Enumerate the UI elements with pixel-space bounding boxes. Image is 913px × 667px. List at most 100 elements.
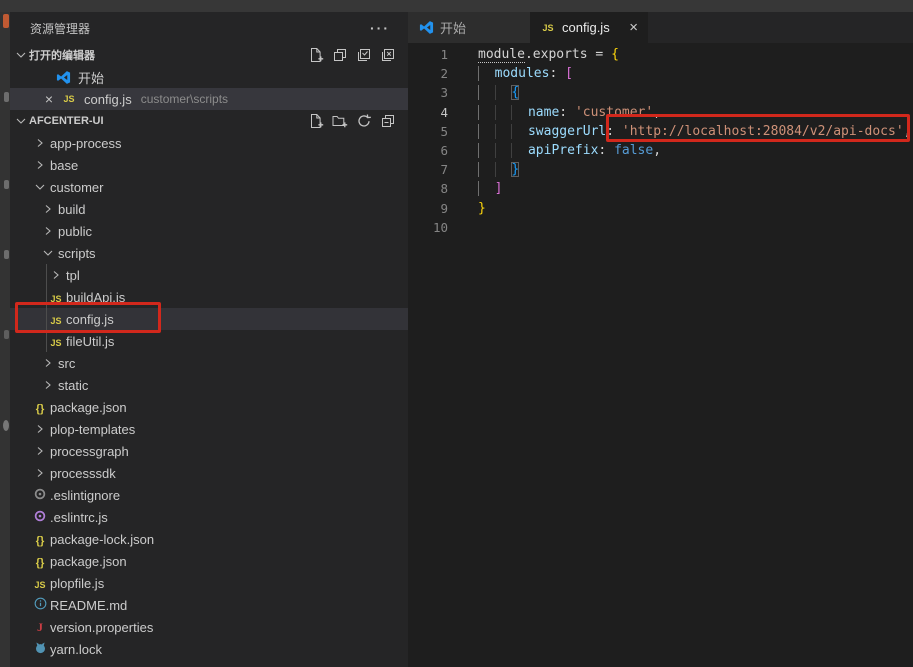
tree-item-label: .eslintignore [50, 488, 120, 503]
code-line-10[interactable]: 10 [408, 218, 913, 237]
explorer-title: 资源管理器 [30, 20, 90, 37]
chevron-right-icon [40, 377, 56, 393]
tab-label: config.js [562, 20, 610, 35]
open-editors-list: 开始 × JS config.js customer\scripts [10, 66, 408, 110]
new-folder-icon[interactable] [332, 113, 348, 129]
line-number: 1 [408, 45, 448, 64]
chevron-down-icon [13, 47, 29, 63]
new-file-icon[interactable] [308, 47, 324, 63]
close-all-icon[interactable] [380, 47, 396, 63]
activity-icon-fragment [4, 180, 9, 189]
tree-item-version.properties[interactable]: J version.properties [10, 616, 408, 638]
section-header-workspace[interactable]: AFCENTER-UI [10, 110, 408, 132]
chevron-right-icon [40, 201, 56, 217]
activity-icon-fragment [4, 330, 9, 339]
workspace-actions [308, 113, 408, 129]
code-line-6[interactable]: 6 apiPrefix: false, [408, 141, 913, 160]
tree-item-label: yarn.lock [50, 642, 102, 657]
tab-config.js[interactable]: JS config.js × [530, 12, 648, 43]
tree-item-label: processsdk [50, 466, 116, 481]
circle-gray-icon [33, 487, 47, 504]
tree-item-package.json[interactable]: {} package.json [10, 550, 408, 572]
line-number: 6 [408, 141, 448, 160]
line-number: 2 [408, 64, 448, 83]
line-number: 7 [408, 160, 448, 179]
new-file-icon[interactable] [308, 113, 324, 129]
js-icon: JS [50, 290, 61, 305]
code-line-5[interactable]: 5 swaggerUrl: 'http://localhost:28084/v2… [408, 122, 913, 141]
js-icon: JS [50, 312, 61, 327]
tree-item-customer[interactable]: customer [10, 176, 408, 198]
refresh-icon[interactable] [356, 113, 372, 129]
code-line-4[interactable]: 4 name: 'customer', [408, 103, 913, 122]
file-tree: app-process base customer build public s… [10, 132, 408, 660]
vscode-icon [418, 20, 434, 35]
vscode-icon [55, 69, 71, 85]
tree-item-scripts[interactable]: scripts [10, 242, 408, 264]
tree-item-public[interactable]: public [10, 220, 408, 242]
chevron-down-icon [13, 113, 29, 129]
tree-item-label: tpl [66, 268, 80, 283]
json-icon: {} [36, 554, 45, 569]
code-line-8[interactable]: 8 ] [408, 179, 913, 198]
tree-item-processgraph[interactable]: processgraph [10, 440, 408, 462]
chevron-right-icon [32, 157, 48, 173]
tree-item-yarn.lock[interactable]: yarn.lock [10, 638, 408, 660]
explorer-title-row: 资源管理器 ··· [10, 12, 408, 44]
close-icon[interactable]: × [42, 92, 56, 106]
collapse-all-icon[interactable] [380, 113, 396, 129]
chevron-right-icon [32, 443, 48, 459]
code-line-7[interactable]: 7 } [408, 160, 913, 179]
tree-item-fileUtil.js[interactable]: JS fileUtil.js [10, 330, 408, 352]
activity-icon-fragment [4, 92, 9, 102]
activity-icon-fragment [3, 14, 9, 28]
open-editor-path: customer\scripts [141, 92, 228, 106]
chevron-right-icon [40, 355, 56, 371]
chevron-down-icon [40, 245, 56, 261]
code-line-3[interactable]: 3 { [408, 83, 913, 102]
tree-item-static[interactable]: static [10, 374, 408, 396]
tree-item-.eslintignore[interactable]: .eslintignore [10, 484, 408, 506]
line-number: 4 [408, 103, 448, 122]
open-editor-item-开始[interactable]: 开始 [10, 66, 408, 88]
tree-item-processsdk[interactable]: processsdk [10, 462, 408, 484]
activity-icon-fragment [3, 420, 9, 431]
chevron-right-icon [32, 465, 48, 481]
open-editor-item-config.js[interactable]: × JS config.js customer\scripts [10, 88, 408, 110]
code-line-1[interactable]: 1 module.exports = { [408, 45, 913, 64]
tree-item-label: package.json [50, 554, 127, 569]
section-header-open-editors[interactable]: 打开的编辑器 [10, 44, 408, 66]
line-number: 9 [408, 199, 448, 218]
tree-item-package-lock.json[interactable]: {} package-lock.json [10, 528, 408, 550]
title-bar [0, 0, 913, 12]
tree-item-tpl[interactable]: tpl [10, 264, 408, 286]
chevron-down-icon [13, 47, 29, 63]
activity-bar-sliver [0, 12, 10, 667]
tree-item-config.js[interactable]: JS config.js [10, 308, 408, 330]
line-number: 3 [408, 83, 448, 102]
code-editor[interactable]: 1 module.exports = { 2 modules: [ 3 { 4 … [408, 43, 913, 237]
tab-开始[interactable]: 开始 [408, 12, 530, 43]
tree-item-base[interactable]: base [10, 154, 408, 176]
tree-item-README.md[interactable]: README.md [10, 594, 408, 616]
tree-item-label: base [50, 158, 78, 173]
toggle-layout-icon[interactable] [332, 47, 348, 63]
tree-item-label: static [58, 378, 88, 393]
tree-item-.eslintrc.js[interactable]: .eslintrc.js [10, 506, 408, 528]
tree-item-src[interactable]: src [10, 352, 408, 374]
tree-item-label: fileUtil.js [66, 334, 114, 349]
tree-item-plop-templates[interactable]: plop-templates [10, 418, 408, 440]
close-icon[interactable]: × [629, 20, 638, 35]
code-line-2[interactable]: 2 modules: [ [408, 64, 913, 83]
js-icon: JS [540, 23, 556, 33]
tree-item-build[interactable]: build [10, 198, 408, 220]
tree-item-buildApi.js[interactable]: JS buildApi.js [10, 286, 408, 308]
js-icon: JS [34, 576, 45, 591]
tree-item-plopfile.js[interactable]: JS plopfile.js [10, 572, 408, 594]
more-actions-button[interactable]: ··· [370, 20, 390, 36]
tree-item-app-process[interactable]: app-process [10, 132, 408, 154]
save-all-icon[interactable] [356, 47, 372, 63]
tree-item-package.json[interactable]: {} package.json [10, 396, 408, 418]
tree-item-label: app-process [50, 136, 122, 151]
code-line-9[interactable]: 9 } [408, 199, 913, 218]
